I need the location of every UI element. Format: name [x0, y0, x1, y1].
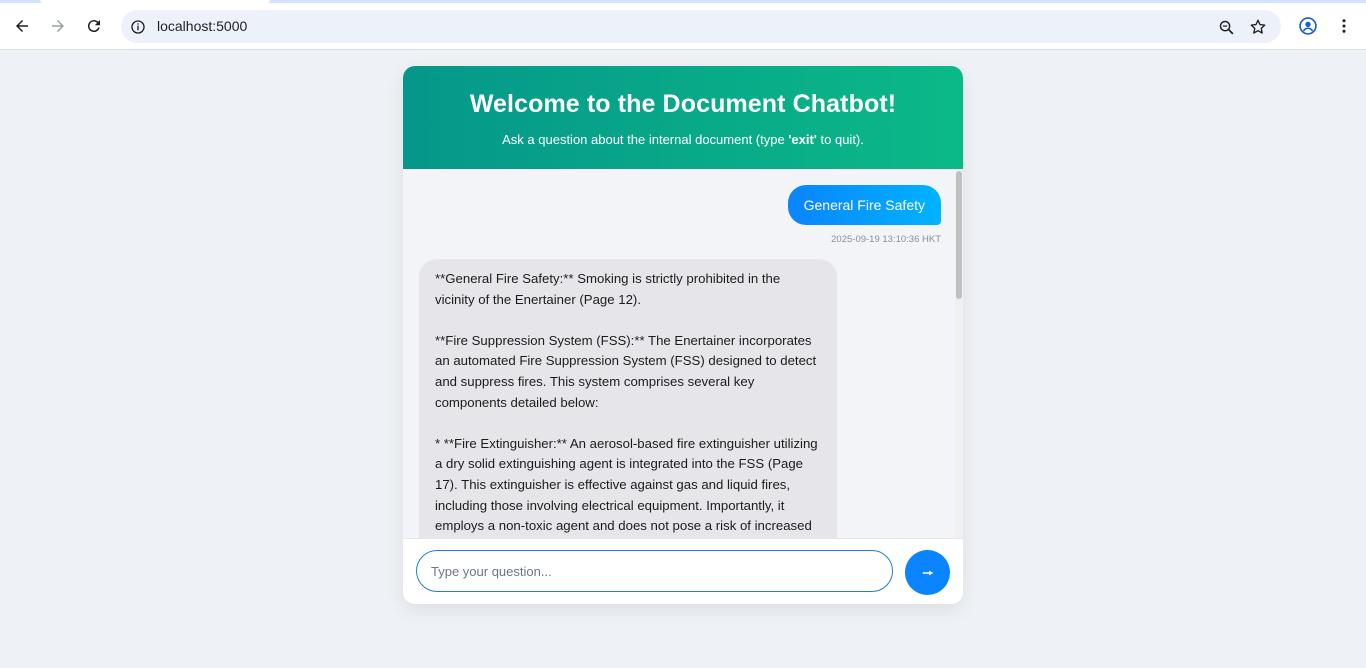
exit-keyword: 'exit'	[788, 132, 817, 147]
site-info-icon[interactable]	[128, 17, 148, 37]
star-icon[interactable]	[1247, 16, 1269, 38]
message-scrollbar[interactable]	[955, 169, 963, 538]
subtitle-text-end: to quit).	[816, 132, 864, 147]
browser-toolbar: localhost:5000	[0, 3, 1366, 50]
page-title: Welcome to the Document Chatbot!	[469, 90, 897, 118]
back-arrow-icon	[16, 20, 28, 32]
bot-paragraph: **Fire Suppression System (FSS):** The E…	[435, 332, 817, 410]
kebab-menu-icon[interactable]	[1331, 13, 1357, 39]
address-bar[interactable]: localhost:5000	[121, 10, 1281, 43]
reload-icon	[87, 20, 100, 33]
user-message: General Fire Safety	[787, 185, 941, 225]
question-input[interactable]	[416, 550, 893, 592]
url-text[interactable]: localhost:5000	[157, 18, 247, 34]
zoom-icon[interactable]	[1215, 16, 1237, 38]
forward-button[interactable]	[42, 10, 74, 42]
page-subtitle: Ask a question about the internal docume…	[403, 132, 963, 147]
subtitle-text-start: Ask a question about the internal docume…	[502, 132, 789, 147]
message-list[interactable]: General Fire Safety 2025-09-19 13:10:36 …	[403, 169, 963, 538]
reload-button[interactable]	[78, 10, 110, 42]
message-timestamp: 2025-09-19 13:10:36 HKT	[831, 234, 941, 245]
bot-paragraph: * **Fire Extinguisher:** An aerosol-base…	[435, 435, 818, 534]
bot-message: **General Fire Safety:** Smoking is stri…	[419, 259, 837, 538]
input-bar	[403, 538, 963, 604]
send-button[interactable]	[905, 550, 950, 595]
chat-card: Welcome to the Document Chatbot! Ask a q…	[403, 66, 963, 604]
profile-icon[interactable]	[1295, 13, 1321, 39]
send-icon	[922, 570, 933, 575]
bot-paragraph: **General Fire Safety:** Smoking is stri…	[435, 271, 781, 307]
forward-arrow-icon	[52, 20, 64, 32]
scrollbar-thumb[interactable]	[956, 171, 962, 299]
back-button[interactable]	[6, 10, 38, 42]
chat-header: Welcome to the Document Chatbot! Ask a q…	[403, 66, 963, 169]
